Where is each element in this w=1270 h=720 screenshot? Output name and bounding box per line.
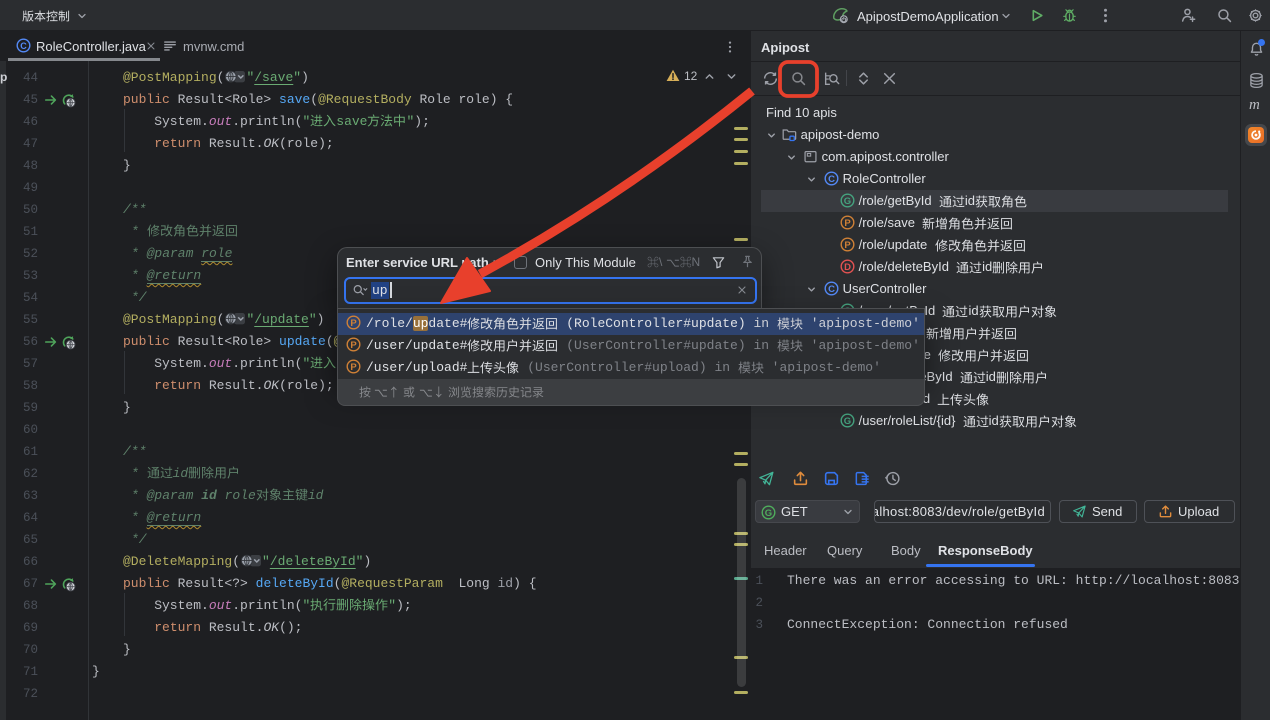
svg-text:C: C (828, 284, 835, 295)
svg-text:D: D (844, 262, 851, 273)
svg-text:C: C (20, 41, 27, 51)
svg-text:P: P (844, 218, 851, 229)
svg-text:P: P (350, 362, 357, 373)
svg-text:G: G (844, 416, 851, 427)
svg-text:P: P (350, 318, 357, 329)
svg-text:P: P (350, 340, 357, 351)
svg-text:G: G (844, 196, 851, 207)
svg-text:C: C (828, 174, 835, 185)
svg-text:G: G (765, 508, 772, 519)
svg-text:P: P (844, 240, 851, 251)
